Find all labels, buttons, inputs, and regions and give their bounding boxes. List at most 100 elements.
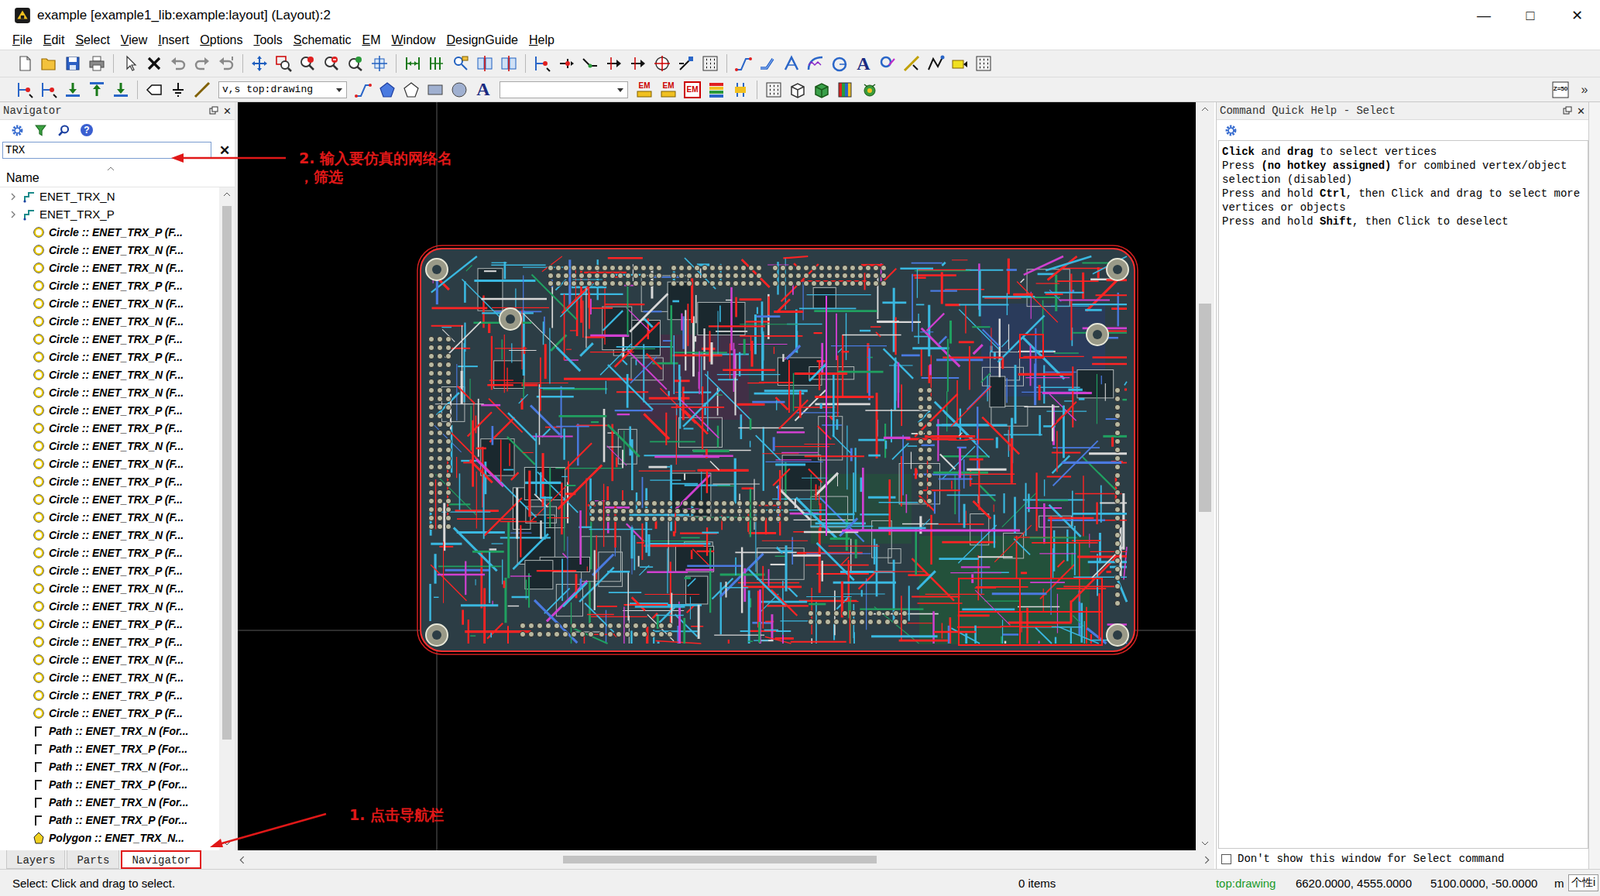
gear-icon[interactable] — [1224, 123, 1238, 138]
menu-item[interactable]: DesignGuide — [440, 33, 524, 48]
scroll-down-icon[interactable] — [223, 841, 231, 846]
navigator-item[interactable]: Circle :: ENET_TRX_N (F... — [0, 508, 220, 526]
toolbar-button[interactable] — [119, 52, 141, 75]
scrollbar-thumb[interactable] — [222, 206, 232, 740]
menu-item[interactable]: EM — [357, 33, 387, 48]
navigator-item[interactable]: Circle :: ENET_TRX_P (F... — [0, 490, 220, 509]
toolbar-button[interactable] — [828, 52, 851, 75]
window-control-button[interactable]: — — [1460, 0, 1508, 31]
navigator-item[interactable]: Circle :: ENET_TRX_P (F... — [0, 329, 220, 348]
navigator-item[interactable]: Circle :: ENET_TRX_N (F... — [0, 597, 220, 615]
search-field[interactable]: TRX — [2, 141, 212, 159]
name-column-header[interactable]: Name — [0, 166, 235, 188]
float-icon[interactable] — [209, 106, 219, 116]
navigator-item[interactable]: Circle :: ENET_TRX_N (F... — [0, 383, 220, 402]
toolbar-button[interactable]: A — [472, 78, 495, 101]
toolbar-button[interactable]: » — [1573, 78, 1596, 101]
navigator-item[interactable]: Circle :: ENET_TRX_P (F... — [0, 276, 220, 295]
toolbar-dropdown[interactable]: v,s top:drawing — [218, 81, 347, 99]
toolbar-button[interactable] — [756, 52, 779, 75]
navigator-item[interactable]: Circle :: ENET_TRX_P (F... — [0, 686, 220, 704]
toolbar-button[interactable] — [376, 78, 399, 101]
menu-item[interactable]: Help — [523, 33, 560, 48]
toolbar-button[interactable] — [786, 78, 809, 101]
toolbar-button[interactable] — [215, 52, 237, 75]
menu-item[interactable]: Select — [69, 33, 115, 48]
navigator-item[interactable]: Circle :: ENET_TRX_P (F... — [0, 418, 220, 437]
navigator-item[interactable]: Circle :: ENET_TRX_N (F... — [0, 525, 220, 544]
navigator-item[interactable]: Circle :: ENET_TRX_N (F... — [0, 454, 220, 473]
toolbar-button[interactable] — [191, 78, 213, 101]
menu-item[interactable]: Tools — [247, 33, 288, 48]
toolbar-button[interactable] — [167, 52, 189, 75]
navigator-item[interactable]: Polygon :: ENET_TRX_N... — [0, 828, 220, 847]
navigator-item[interactable]: ENET_TRX_P — [0, 205, 220, 224]
navigator-item[interactable]: Circle :: ENET_TRX_N (F... — [0, 312, 220, 330]
layout-canvas[interactable] — [237, 102, 1196, 851]
toolbar-button[interactable] — [924, 52, 947, 75]
toolbar-button[interactable] — [248, 52, 271, 75]
list-scrollbar[interactable] — [219, 187, 235, 851]
navigator-item[interactable]: Circle :: ENET_TRX_P (F... — [0, 614, 220, 633]
toolbar-button[interactable] — [900, 52, 923, 75]
toolbar-button[interactable]: EM — [681, 78, 704, 101]
toolbar-button[interactable] — [143, 52, 165, 75]
toolbar-button[interactable] — [191, 52, 213, 75]
toolbar-button[interactable] — [732, 52, 755, 75]
toolbar-button[interactable] — [948, 52, 971, 75]
toolbar-button[interactable] — [876, 52, 899, 75]
menu-item[interactable]: Window — [386, 33, 442, 48]
window-control-button[interactable]: □ — [1507, 0, 1554, 31]
navigator-item[interactable]: Circle :: ENET_TRX_P (F... — [0, 401, 220, 419]
navigator-item[interactable]: Circle :: ENET_TRX_N (F... — [0, 668, 220, 687]
toolbar-button[interactable]: Z=50 — [1549, 78, 1572, 101]
toolbar-dropdown[interactable] — [499, 81, 629, 99]
toolbar-button[interactable] — [579, 52, 601, 75]
toolbar-button[interactable] — [37, 78, 60, 101]
toolbar-button[interactable]: EM — [633, 78, 656, 101]
navigator-item[interactable]: Path :: ENET_TRX_N (For... — [0, 721, 220, 740]
toolbar-button[interactable] — [400, 78, 423, 101]
navigator-item[interactable]: Circle :: ENET_TRX_N (F... — [0, 294, 220, 313]
toolbar-button[interactable] — [13, 52, 36, 75]
navigator-item[interactable]: Circle :: ENET_TRX_P (F... — [0, 543, 220, 562]
toolbar-button[interactable] — [368, 52, 391, 75]
toolbar-button[interactable] — [497, 52, 520, 75]
close-button[interactable]: ✕ — [223, 105, 232, 117]
toolbar-button[interactable] — [651, 52, 673, 75]
navigator-item[interactable]: Path :: ENET_TRX_N (For... — [0, 757, 220, 776]
dont-show-checkbox[interactable]: Don't show this window for Select comman… — [1216, 848, 1589, 869]
toolbar-button[interactable] — [61, 52, 84, 75]
scrollbar-thumb[interactable] — [1198, 303, 1212, 513]
toolbar-button[interactable] — [531, 52, 553, 75]
expand-chevron-icon[interactable] — [9, 192, 18, 201]
toolbar-button[interactable] — [555, 52, 577, 75]
window-control-button[interactable]: ✕ — [1553, 0, 1600, 31]
toolbar-button[interactable] — [424, 78, 447, 101]
close-button[interactable]: ✕ — [1576, 105, 1586, 117]
navigator-item[interactable]: Circle :: ENET_TRX_P (F... — [0, 561, 220, 580]
toolbar-button[interactable] — [167, 78, 189, 101]
toolbar-button[interactable] — [37, 52, 60, 75]
toolbar-button[interactable] — [603, 52, 625, 75]
toolbar-button[interactable] — [627, 52, 649, 75]
navigator-item[interactable]: Circle :: ENET_TRX_P (F... — [0, 223, 220, 241]
expand-chevron-icon[interactable] — [9, 210, 18, 219]
menu-item[interactable]: Edit — [37, 33, 71, 48]
navigator-item[interactable]: Circle :: ENET_TRX_N (F... — [0, 650, 220, 669]
toolbar-button[interactable] — [834, 78, 857, 101]
panel-tab[interactable]: Navigator — [120, 850, 202, 869]
toolbar-button[interactable]: A — [852, 52, 875, 75]
navigator-tool-button[interactable]: ? — [78, 122, 95, 138]
toolbar-button[interactable] — [729, 78, 752, 101]
toolbar-button[interactable] — [401, 52, 424, 75]
scroll-left-icon[interactable] — [239, 855, 245, 865]
clear-search-button[interactable]: ✕ — [217, 142, 232, 159]
navigator-tool-button[interactable] — [55, 122, 72, 138]
navigator-item[interactable]: Circle :: ENET_TRX_P (F... — [0, 632, 220, 651]
toolbar-button[interactable] — [109, 78, 132, 101]
toolbar-button[interactable] — [858, 78, 881, 101]
toolbar-button[interactable] — [85, 52, 108, 75]
float-icon[interactable] — [1562, 106, 1573, 116]
toolbar-button[interactable] — [344, 52, 367, 75]
